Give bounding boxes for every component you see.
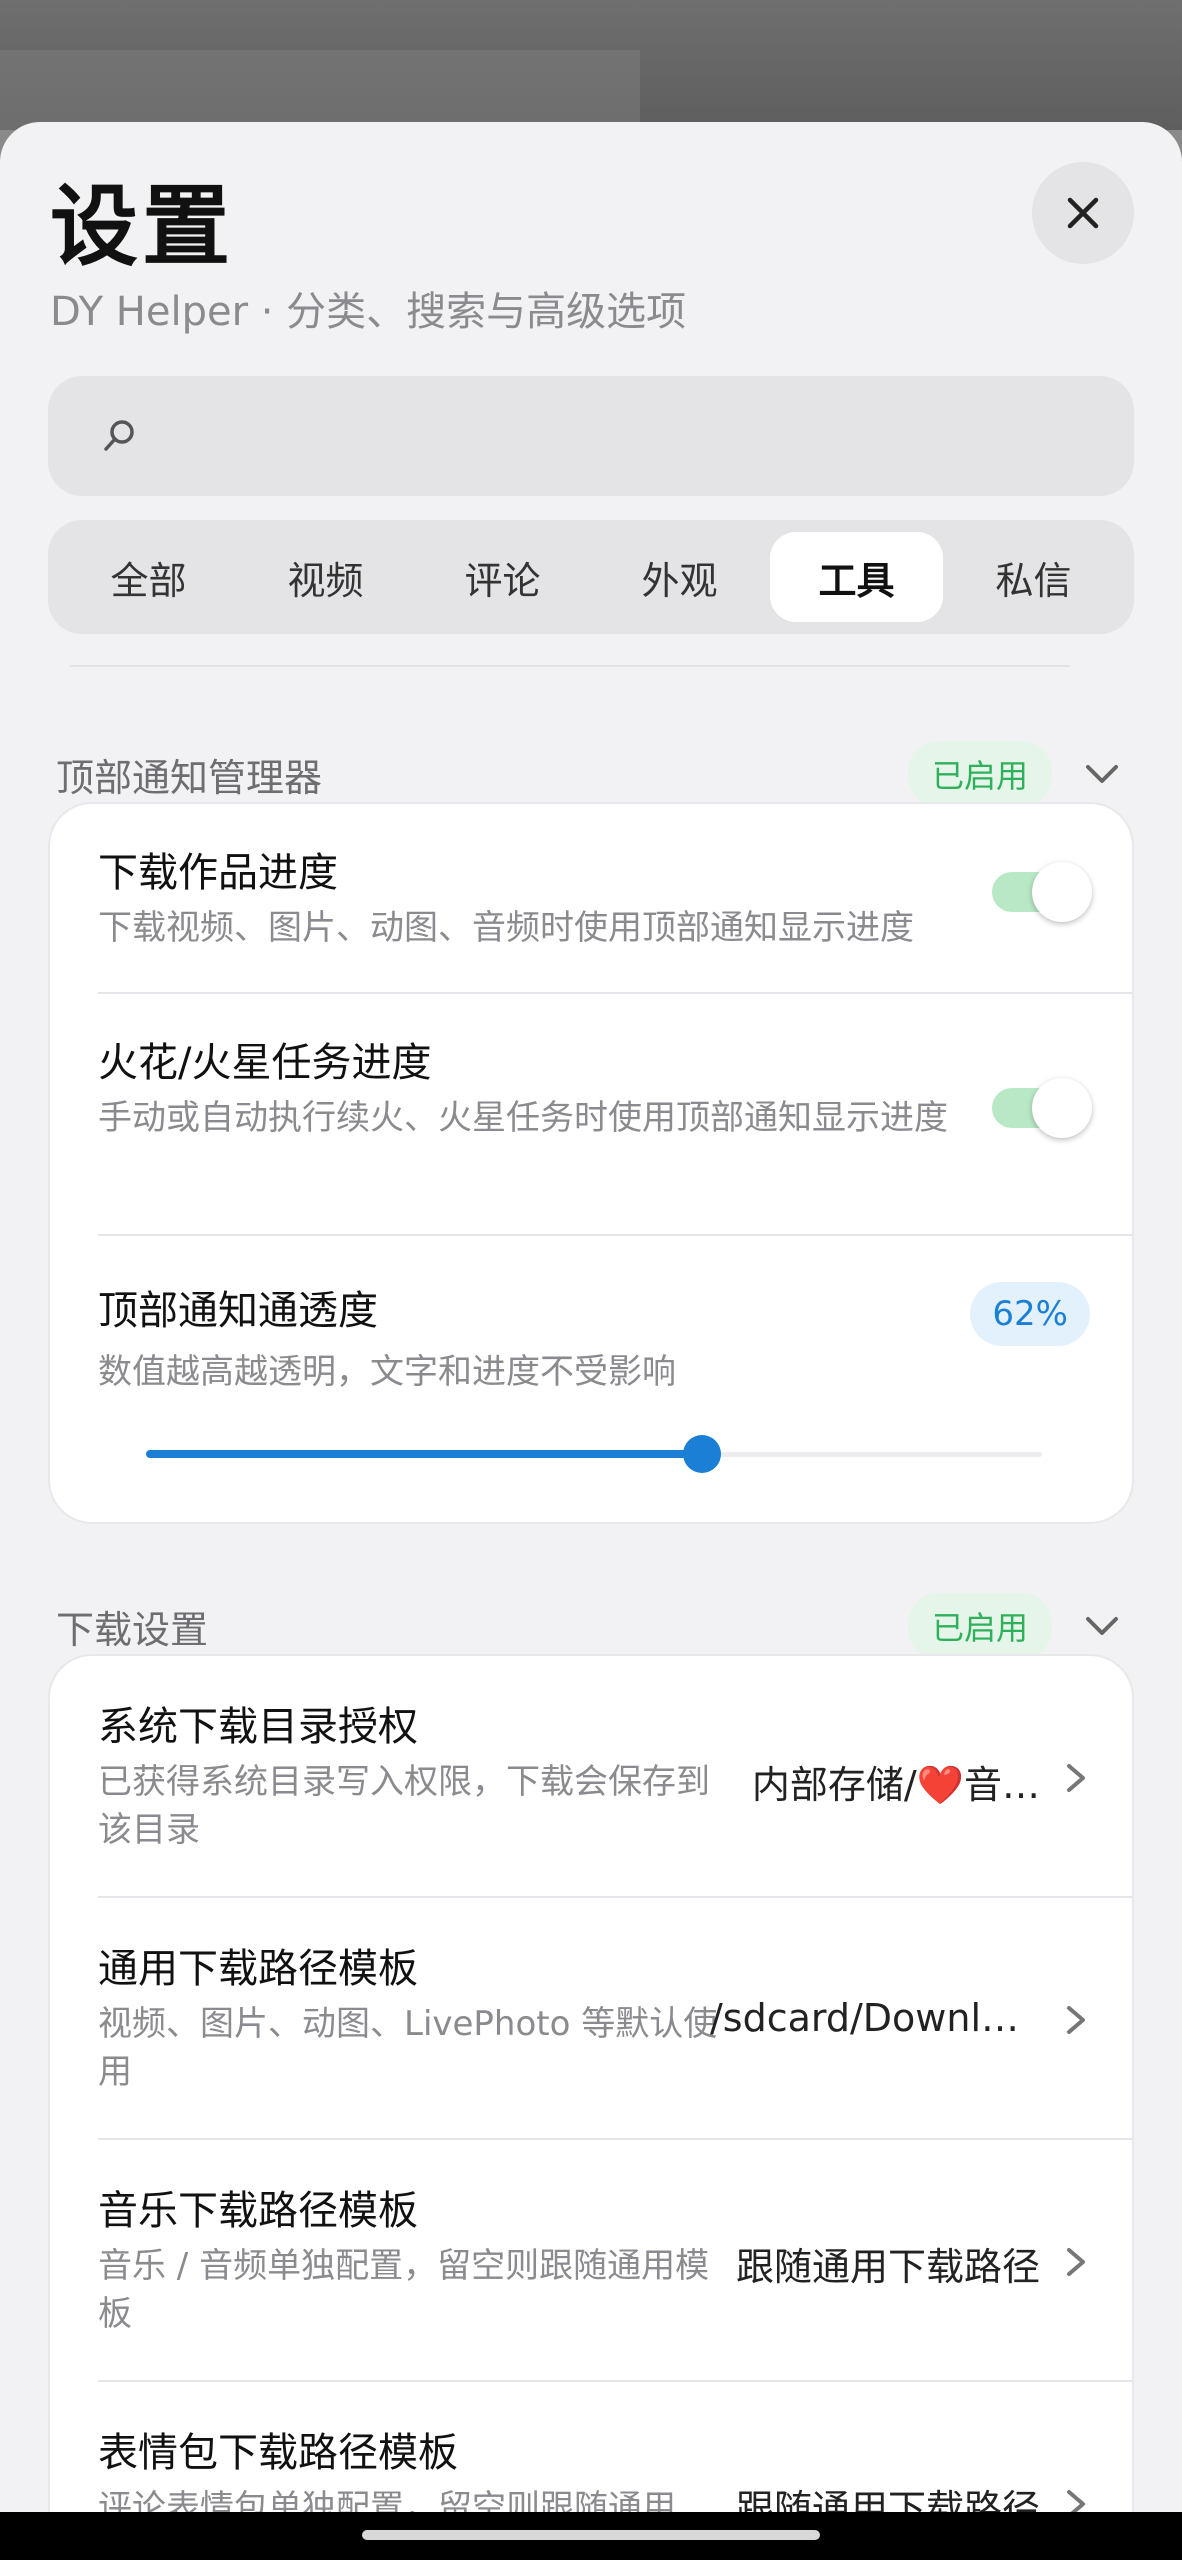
chevron-right-icon [1067, 2248, 1085, 2276]
row-value: 跟随通用下载路径 [735, 2487, 1040, 2512]
backdrop-panel [0, 50, 640, 130]
row-title: 下载作品进度 [98, 850, 338, 896]
notification-manager-card: 下载作品进度 下载视频、图片、动图、音频时使用顶部通知显示进度 火花/火星任务进… [48, 802, 1134, 1524]
row-sticker-path-template[interactable]: 表情包下载路径模板 评论表情包单独配置，留空则跟随通用 跟随通用下载路径 [50, 2382, 1132, 2512]
row-value: 内部存储/❤️音… [751, 1763, 1040, 1807]
download-settings-card: 系统下载目录授权 已获得系统目录写入权限，下载会保存到该目录 内部存储/❤️音…… [48, 1654, 1134, 2512]
slider-fill [146, 1450, 702, 1458]
section-divider [70, 665, 1070, 667]
tab-messages[interactable]: 私信 [947, 532, 1120, 622]
status-badge: 已启用 [907, 1593, 1052, 1659]
home-indicator[interactable] [362, 2530, 820, 2540]
chevron-right-icon [1067, 2006, 1085, 2034]
row-description: 视频、图片、动图、LivePhoto 等默认使用 [98, 2004, 718, 2092]
row-value: /sdcard/Downlo… [710, 1996, 1040, 2040]
page-title: 设置 [50, 175, 235, 278]
opacity-slider[interactable] [146, 1434, 1042, 1474]
chevron-right-icon [1067, 2490, 1085, 2512]
tab-comments[interactable]: 评论 [416, 532, 589, 622]
row-description: 已获得系统目录写入权限，下载会保存到该目录 [98, 1762, 710, 1850]
status-badge: 已启用 [907, 741, 1052, 807]
row-notification-opacity: 顶部通知通透度 62% 数值越高越透明，文字和进度不受影响 [50, 1236, 1132, 1522]
section-title: 顶部通知管理器 [56, 755, 323, 800]
row-title: 火花/火星任务进度 [98, 1040, 432, 1086]
close-button[interactable] [1032, 162, 1134, 264]
row-description: 评论表情包单独配置，留空则跟随通用 [98, 2488, 676, 2512]
toggle-knob [1032, 862, 1092, 922]
row-title: 顶部通知通透度 [98, 1288, 378, 1334]
row-download-progress[interactable]: 下载作品进度 下载视频、图片、动图、音频时使用顶部通知显示进度 [50, 804, 1132, 994]
search-input[interactable] [158, 396, 1098, 476]
page-subtitle: DY Helper · 分类、搜索与高级选项 [50, 289, 687, 335]
chevron-down-icon[interactable] [1082, 754, 1122, 794]
row-system-download-dir[interactable]: 系统下载目录授权 已获得系统目录写入权限，下载会保存到该目录 内部存储/❤️音… [50, 1656, 1132, 1898]
tab-video[interactable]: 视频 [239, 532, 412, 622]
download-progress-toggle[interactable] [992, 862, 1092, 922]
spark-task-toggle[interactable] [992, 1078, 1092, 1138]
search-icon [104, 420, 134, 451]
row-title: 音乐下载路径模板 [98, 2188, 418, 2234]
row-title: 表情包下载路径模板 [98, 2430, 458, 2476]
toggle-knob [1032, 1078, 1092, 1138]
row-value: 跟随通用下载路径 [735, 2245, 1040, 2289]
slider-thumb[interactable] [682, 1435, 721, 1473]
row-description: 数值越高越透明，文字和进度不受影响 [98, 1352, 676, 1392]
row-description: 手动或自动执行续火、火星任务时使用顶部通知显示进度 [98, 1098, 948, 1138]
row-music-path-template[interactable]: 音乐下载路径模板 音乐 / 音频单独配置，留空则跟随通用模板 跟随通用下载路径 [50, 2140, 1132, 2382]
category-tabs: 全部 视频 评论 外观 工具 私信 [48, 520, 1134, 634]
dimmed-backdrop[interactable] [0, 0, 1182, 130]
row-description: 下载视频、图片、动图、音频时使用顶部通知显示进度 [98, 908, 914, 948]
opacity-value-badge: 62% [970, 1282, 1090, 1346]
search-bar[interactable] [48, 376, 1134, 496]
row-title: 系统下载目录授权 [98, 1704, 418, 1750]
settings-sheet: 设置 DY Helper · 分类、搜索与高级选项 全部 视频 评论 外观 工具… [0, 122, 1182, 2512]
row-title: 通用下载路径模板 [98, 1946, 418, 1992]
chevron-down-icon[interactable] [1082, 1606, 1122, 1646]
tab-appearance[interactable]: 外观 [593, 532, 766, 622]
section-title: 下载设置 [56, 1607, 209, 1652]
row-description: 音乐 / 音频单独配置，留空则跟随通用模板 [98, 2246, 710, 2334]
screen: 设置 DY Helper · 分类、搜索与高级选项 全部 视频 评论 外观 工具… [0, 0, 1182, 2560]
row-general-path-template[interactable]: 通用下载路径模板 视频、图片、动图、LivePhoto 等默认使用 /sdcar… [50, 1898, 1132, 2140]
chevron-right-icon [1067, 1764, 1085, 1792]
close-icon [1067, 197, 1099, 229]
row-spark-task-progress[interactable]: 火花/火星任务进度 手动或自动执行续火、火星任务时使用顶部通知显示进度 [50, 994, 1132, 1236]
tab-tools[interactable]: 工具 [770, 532, 943, 622]
tab-all[interactable]: 全部 [62, 532, 235, 622]
